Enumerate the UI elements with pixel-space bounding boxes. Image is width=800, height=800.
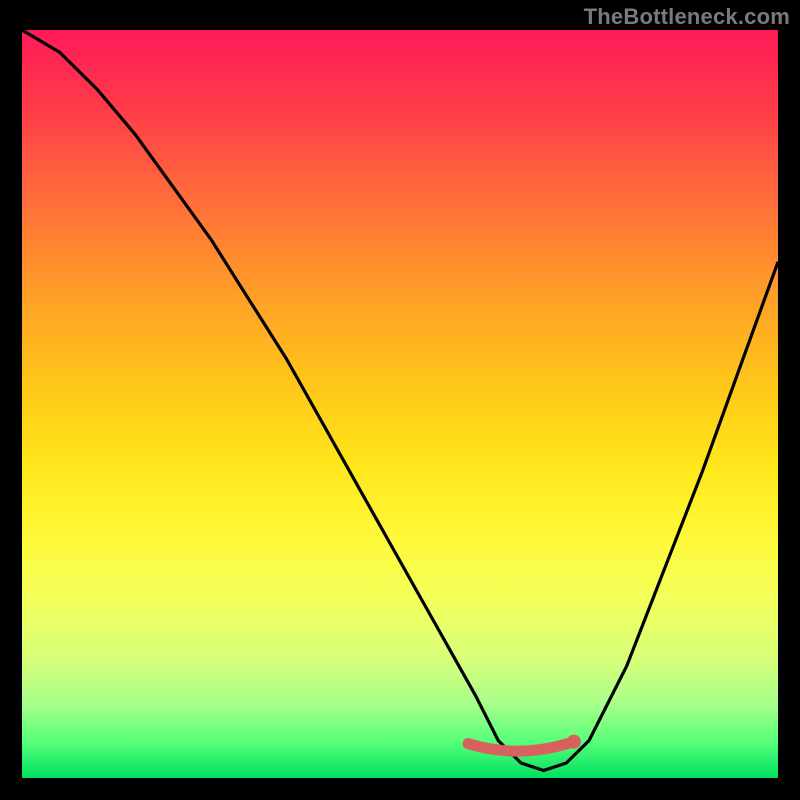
optimal-range-marker — [468, 742, 574, 752]
chart-frame: TheBottleneck.com — [0, 0, 800, 800]
watermark-text: TheBottleneck.com — [584, 4, 790, 30]
chart-svg — [22, 30, 778, 778]
bottleneck-curve — [22, 30, 778, 771]
chart-plot-area — [22, 30, 778, 778]
optimal-end-dot — [567, 735, 581, 749]
